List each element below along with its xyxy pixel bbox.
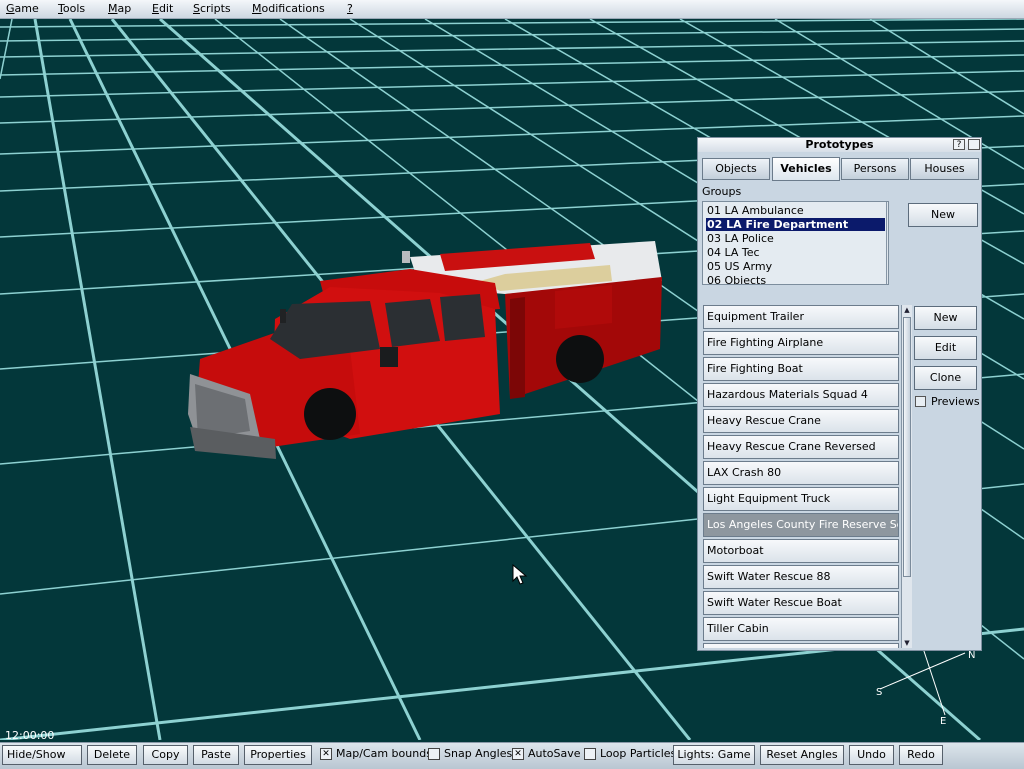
map-cam-bounds-label: Map/Cam bounds (336, 747, 432, 760)
previews-label: Previews (931, 395, 980, 408)
vehicle-list-scrollbar[interactable]: ▲ ▼ (901, 305, 912, 648)
redo-button[interactable]: Redo (899, 745, 943, 765)
menu-help[interactable]: ? (347, 2, 353, 15)
compass-north-label: N (968, 650, 976, 661)
copy-button[interactable]: Copy (143, 745, 188, 765)
list-item[interactable]: Hazardous Materials Squad 4 (703, 383, 899, 407)
map-cam-bounds-checkbox[interactable]: ✕ (320, 748, 332, 760)
previews-checkbox[interactable] (915, 396, 926, 407)
delete-button[interactable]: Delete (87, 745, 137, 765)
lights-button[interactable]: Lights: Game (673, 745, 755, 765)
list-item[interactable]: Fire Fighting Boat (703, 357, 899, 381)
snap-angles-label: Snap Angles (444, 747, 513, 760)
menu-tools[interactable]: Tools (58, 2, 85, 15)
scroll-down-icon[interactable]: ▼ (902, 638, 912, 648)
groups-scrollbar[interactable]: ▲ ▼ (886, 202, 889, 284)
group-item[interactable]: 04 LA Tec (706, 246, 888, 259)
autosave-checkbox[interactable]: ✕ (512, 748, 524, 760)
snap-angles-checkbox[interactable] (428, 748, 440, 760)
menu-map[interactable]: Map (108, 2, 131, 15)
prototypes-window: Prototypes ? Objects Vehicles Persons Ho… (697, 137, 982, 651)
list-item[interactable]: LAX Crash 80 (703, 461, 899, 485)
vehicle-edit-button[interactable]: Edit (914, 336, 977, 360)
list-item[interactable]: Heavy Rescue Crane Reversed (703, 435, 899, 459)
undo-button[interactable]: Undo (849, 745, 894, 765)
list-item[interactable]: Fire Fighting Airplane (703, 331, 899, 355)
menu-scripts[interactable]: Scripts (193, 2, 231, 15)
list-item[interactable] (703, 643, 899, 648)
scroll-thumb[interactable] (888, 213, 889, 227)
help-button[interactable]: ? (953, 139, 965, 150)
menu-modifications[interactable]: Modifications (252, 2, 325, 15)
group-new-button[interactable]: New (908, 203, 978, 227)
mouse-cursor-icon (512, 564, 528, 585)
tab-houses[interactable]: Houses (910, 158, 979, 180)
list-item-selected[interactable]: Los Angeles County Fire Reserve Squad (703, 513, 899, 537)
group-item[interactable]: 06 Objects (706, 274, 888, 284)
loop-particles-label: Loop Particles (600, 747, 677, 760)
bottom-toolbar: Hide/Show Delete Copy Paste Properties ✕… (0, 742, 1024, 769)
menu-game[interactable]: Game (6, 2, 39, 15)
vehicle-clone-button[interactable]: Clone (914, 366, 977, 390)
vehicle-new-button[interactable]: New (914, 306, 977, 330)
close-button[interactable] (968, 139, 980, 150)
groups-label: Groups (702, 185, 742, 198)
loop-particles-checkbox[interactable] (584, 748, 596, 760)
scroll-down-icon[interactable]: ▼ (887, 274, 888, 284)
list-item[interactable]: Swift Water Rescue 88 (703, 565, 899, 589)
group-item[interactable]: 03 LA Police (706, 232, 888, 245)
reset-angles-button[interactable]: Reset Angles (760, 745, 844, 765)
fire-truck-model[interactable] (188, 241, 662, 459)
vehicle-list[interactable]: Equipment Trailer Fire Fighting Airplane… (701, 305, 905, 648)
list-item[interactable]: Light Equipment Truck (703, 487, 899, 511)
tab-vehicles[interactable]: Vehicles (772, 157, 840, 181)
scroll-up-icon[interactable]: ▲ (902, 305, 912, 315)
menu-bar: Game Tools Map Edit Scripts Modification… (0, 0, 1024, 19)
prototypes-title: Prototypes (805, 138, 874, 151)
compass-east-label: E (940, 716, 947, 727)
group-item-selected[interactable]: 02 LA Fire Department (706, 218, 885, 231)
paste-button[interactable]: Paste (193, 745, 239, 765)
list-item[interactable]: Swift Water Rescue Boat (703, 591, 899, 615)
scroll-up-icon[interactable]: ▲ (887, 202, 888, 212)
menu-edit[interactable]: Edit (152, 2, 173, 15)
autosave-label: AutoSave (528, 747, 581, 760)
game-clock: 12:00:00 (5, 729, 55, 742)
prototypes-title-bar[interactable]: Prototypes (698, 138, 981, 152)
list-item[interactable]: Heavy Rescue Crane (703, 409, 899, 433)
tab-objects[interactable]: Objects (702, 158, 770, 180)
groups-list[interactable]: 01 LA Ambulance 02 LA Fire Department 03… (702, 201, 889, 285)
list-item[interactable]: Motorboat (703, 539, 899, 563)
list-item[interactable]: Equipment Trailer (703, 305, 899, 329)
compass-south-label: S (876, 687, 883, 698)
list-item[interactable]: Tiller Cabin (703, 617, 899, 641)
scroll-thumb[interactable] (903, 317, 911, 577)
properties-button[interactable]: Properties (244, 745, 312, 765)
group-item[interactable]: 01 LA Ambulance (706, 204, 888, 217)
group-item[interactable]: 05 US Army (706, 260, 888, 273)
hide-show-button[interactable]: Hide/Show (2, 745, 82, 765)
tab-persons[interactable]: Persons (841, 158, 909, 180)
